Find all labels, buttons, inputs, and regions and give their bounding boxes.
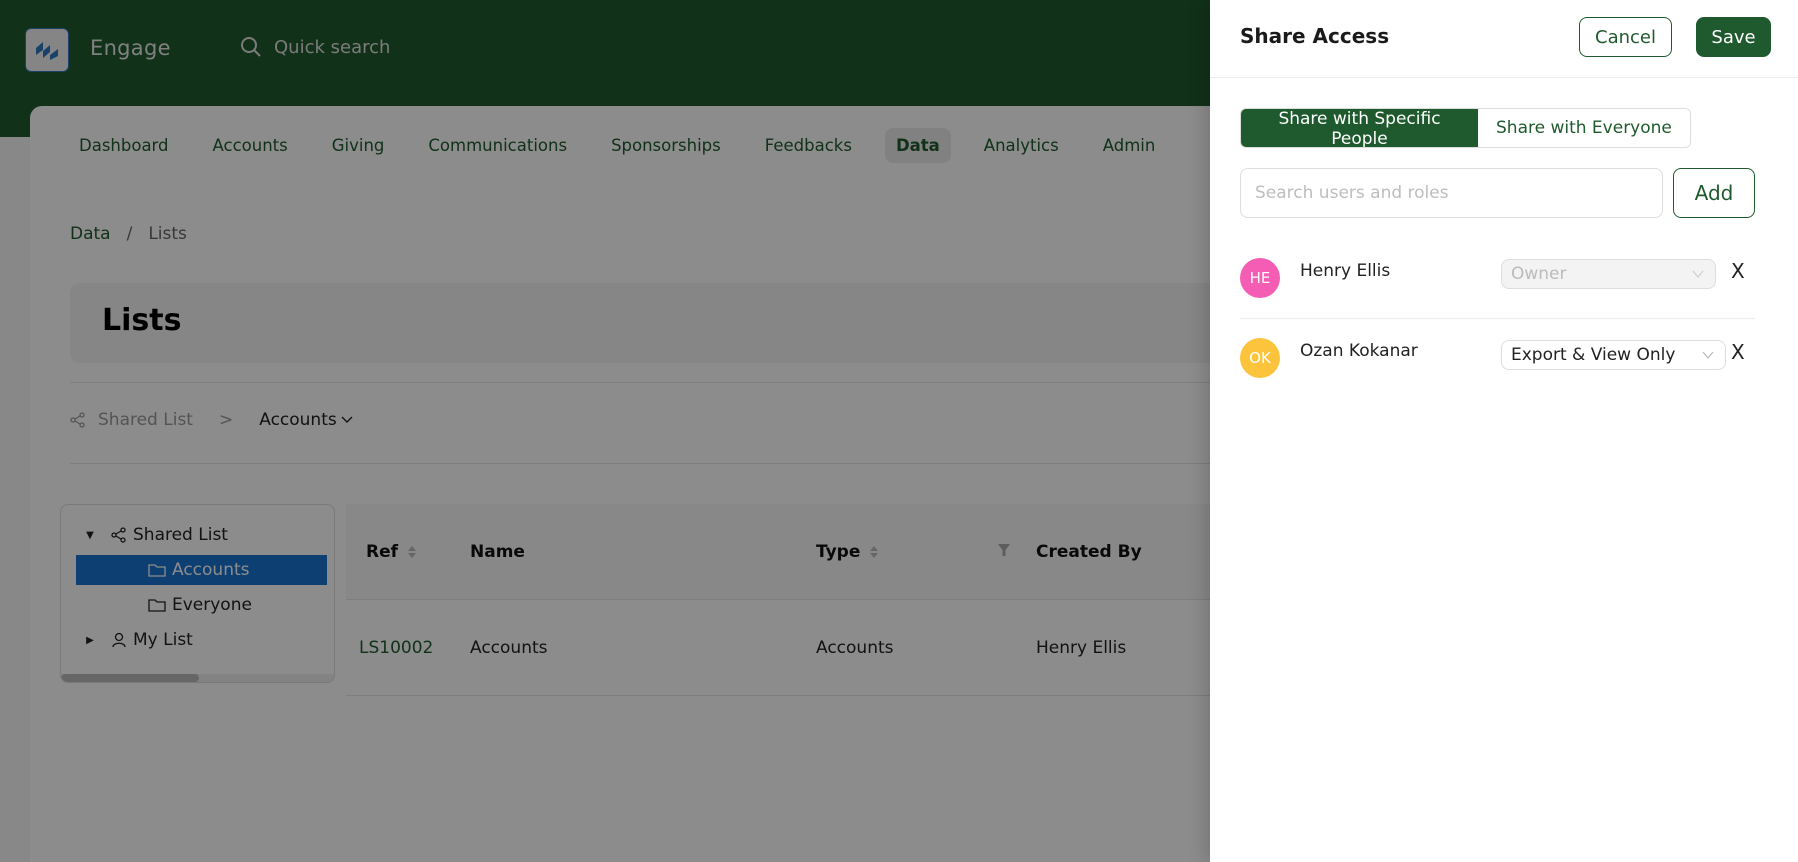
avatar: HE	[1240, 258, 1280, 298]
cancel-button[interactable]: Cancel	[1579, 17, 1672, 57]
share-specific-people-tab[interactable]: Share with Specific People	[1241, 109, 1478, 147]
user-name: Ozan Kokanar	[1300, 341, 1418, 361]
modal-backdrop[interactable]	[0, 0, 1210, 862]
role-select-value: Export & View Only	[1511, 345, 1676, 365]
share-mode-toggle: Share with Specific People Share with Ev…	[1240, 108, 1691, 148]
search-users-input[interactable]	[1240, 168, 1663, 218]
share-everyone-tab[interactable]: Share with Everyone	[1478, 109, 1690, 147]
save-button[interactable]: Save	[1696, 17, 1771, 57]
role-select: Owner	[1501, 259, 1716, 289]
user-name: Henry Ellis	[1300, 261, 1391, 281]
avatar: OK	[1240, 338, 1280, 378]
share-access-drawer: Share Access Cancel Save Share with Spec…	[1210, 0, 1798, 862]
user-divider	[1240, 318, 1755, 319]
remove-user-button[interactable]: X	[1731, 259, 1745, 283]
chevron-down-icon	[1702, 351, 1714, 359]
chevron-down-icon	[1692, 270, 1704, 278]
add-button[interactable]: Add	[1673, 168, 1755, 218]
drawer-header: Share Access Cancel Save	[1210, 0, 1798, 78]
remove-user-button[interactable]: X	[1731, 340, 1745, 364]
drawer-title: Share Access	[1240, 24, 1390, 48]
role-select-value: Owner	[1511, 264, 1567, 284]
role-select[interactable]: Export & View Only	[1501, 340, 1726, 370]
shared-user-row: HE Henry Ellis Owner X	[1240, 258, 1755, 318]
shared-user-row: OK Ozan Kokanar Export & View Only X	[1240, 338, 1755, 398]
